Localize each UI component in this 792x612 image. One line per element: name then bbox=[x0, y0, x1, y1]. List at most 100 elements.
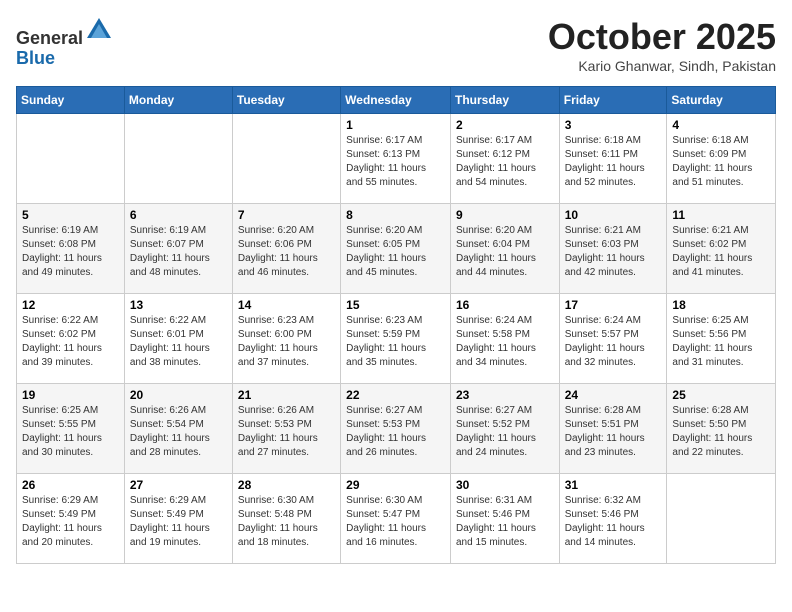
calendar-cell: 7Sunrise: 6:20 AM Sunset: 6:06 PM Daylig… bbox=[232, 204, 340, 294]
day-info: Sunrise: 6:27 AM Sunset: 5:53 PM Dayligh… bbox=[346, 404, 445, 460]
day-number: 28 bbox=[238, 478, 335, 492]
day-info: Sunrise: 6:24 AM Sunset: 5:57 PM Dayligh… bbox=[565, 314, 662, 370]
calendar-cell: 11Sunrise: 6:21 AM Sunset: 6:02 PM Dayli… bbox=[667, 204, 776, 294]
day-info: Sunrise: 6:28 AM Sunset: 5:51 PM Dayligh… bbox=[565, 404, 662, 460]
day-number: 2 bbox=[456, 118, 554, 132]
calendar-cell: 18 Sunrise: 6:25 AM Sunset: 5:56 PM Dayli… bbox=[667, 294, 776, 384]
title-section: October 2025 Kario Ghanwar, Sindh, Pakis… bbox=[548, 16, 776, 74]
day-info: Sunrise: 6:29 AM Sunset: 5:49 PM Dayligh… bbox=[22, 494, 119, 550]
day-info: Sunrise: 6:29 AM Sunset: 5:49 PM Dayligh… bbox=[130, 494, 227, 550]
day-info: Sunrise: 6:22 AM Sunset: 6:01 PM Dayligh… bbox=[130, 314, 227, 370]
calendar-cell bbox=[124, 114, 232, 204]
calendar-week-row: 26 Sunrise: 6:29 AM Sunset: 5:49 PM Dayli… bbox=[17, 474, 776, 564]
day-number: 6 bbox=[130, 208, 227, 222]
day-number: 23 bbox=[456, 388, 554, 402]
calendar-cell: 4Sunrise: 6:18 AM Sunset: 6:09 PM Daylig… bbox=[667, 114, 776, 204]
day-info: Sunrise: 6:17 AM Sunset: 6:13 PM Dayligh… bbox=[346, 134, 445, 190]
day-number: 25 bbox=[672, 388, 770, 402]
calendar-cell: 31 Sunrise: 6:32 AM Sunset: 5:46 PM Dayli… bbox=[559, 474, 667, 564]
logo-blue: Blue bbox=[16, 48, 55, 68]
day-number: 27 bbox=[130, 478, 227, 492]
calendar-cell: 2 Sunrise: 6:17 AM Sunset: 6:12 PM Daylig… bbox=[450, 114, 559, 204]
day-info: Sunrise: 6:23 AM Sunset: 6:00 PM Dayligh… bbox=[238, 314, 335, 370]
day-info: Sunrise: 6:23 AM Sunset: 5:59 PM Dayligh… bbox=[346, 314, 445, 370]
day-info: Sunrise: 6:25 AM Sunset: 5:55 PM Dayligh… bbox=[22, 404, 119, 460]
day-number: 14 bbox=[238, 298, 335, 312]
calendar-cell: 8 Sunrise: 6:20 AM Sunset: 6:05 PM Daylig… bbox=[341, 204, 451, 294]
day-info: Sunrise: 6:26 AM Sunset: 5:53 PM Dayligh… bbox=[238, 404, 335, 460]
day-number: 22 bbox=[346, 388, 445, 402]
day-info: Sunrise: 6:31 AM Sunset: 5:46 PM Dayligh… bbox=[456, 494, 554, 550]
day-number: 26 bbox=[22, 478, 119, 492]
day-info: Sunrise: 6:24 AM Sunset: 5:58 PM Dayligh… bbox=[456, 314, 554, 370]
day-number: 21 bbox=[238, 388, 335, 402]
day-number: 5 bbox=[22, 208, 119, 222]
calendar-cell: 10Sunrise: 6:21 AM Sunset: 6:03 PM Dayli… bbox=[559, 204, 667, 294]
page-header: General Blue October 2025 Kario Ghanwar,… bbox=[16, 16, 776, 74]
day-number: 20 bbox=[130, 388, 227, 402]
calendar-cell: 27 Sunrise: 6:29 AM Sunset: 5:49 PM Dayli… bbox=[124, 474, 232, 564]
day-number: 3 bbox=[565, 118, 662, 132]
day-info: Sunrise: 6:32 AM Sunset: 5:46 PM Dayligh… bbox=[565, 494, 662, 550]
location-title: Kario Ghanwar, Sindh, Pakistan bbox=[548, 58, 776, 74]
day-number: 1 bbox=[346, 118, 445, 132]
day-info: Sunrise: 6:27 AM Sunset: 5:52 PM Dayligh… bbox=[456, 404, 554, 460]
day-number: 16 bbox=[456, 298, 554, 312]
calendar-header-tuesday: Tuesday bbox=[232, 87, 340, 114]
calendar-cell bbox=[232, 114, 340, 204]
day-info: Sunrise: 6:19 AM Sunset: 6:07 PM Dayligh… bbox=[130, 224, 227, 280]
calendar-cell: 26 Sunrise: 6:29 AM Sunset: 5:49 PM Dayli… bbox=[17, 474, 125, 564]
calendar-cell: 1 Sunrise: 6:17 AM Sunset: 6:13 PM Daylig… bbox=[341, 114, 451, 204]
day-info: Sunrise: 6:22 AM Sunset: 6:02 PM Dayligh… bbox=[22, 314, 119, 370]
calendar-cell: 19 Sunrise: 6:25 AM Sunset: 5:55 PM Dayli… bbox=[17, 384, 125, 474]
calendar-header-sunday: Sunday bbox=[17, 87, 125, 114]
day-number: 15 bbox=[346, 298, 445, 312]
calendar-week-row: 5 Sunrise: 6:19 AM Sunset: 6:08 PM Daylig… bbox=[17, 204, 776, 294]
calendar-week-row: 1 Sunrise: 6:17 AM Sunset: 6:13 PM Daylig… bbox=[17, 114, 776, 204]
calendar-header-wednesday: Wednesday bbox=[341, 87, 451, 114]
logo-general: General bbox=[16, 28, 83, 48]
day-info: Sunrise: 6:20 AM Sunset: 6:04 PM Dayligh… bbox=[456, 224, 554, 280]
day-info: Sunrise: 6:25 AM Sunset: 5:56 PM Dayligh… bbox=[672, 314, 770, 370]
calendar-cell: 5 Sunrise: 6:19 AM Sunset: 6:08 PM Daylig… bbox=[17, 204, 125, 294]
calendar-cell: 9Sunrise: 6:20 AM Sunset: 6:04 PM Daylig… bbox=[450, 204, 559, 294]
calendar-cell: 6 Sunrise: 6:19 AM Sunset: 6:07 PM Daylig… bbox=[124, 204, 232, 294]
day-info: Sunrise: 6:20 AM Sunset: 6:05 PM Dayligh… bbox=[346, 224, 445, 280]
day-number: 7 bbox=[238, 208, 335, 222]
day-info: Sunrise: 6:18 AM Sunset: 6:11 PM Dayligh… bbox=[565, 134, 662, 190]
day-number: 30 bbox=[456, 478, 554, 492]
calendar-table: SundayMondayTuesdayWednesdayThursdayFrid… bbox=[16, 86, 776, 564]
day-number: 19 bbox=[22, 388, 119, 402]
day-number: 24 bbox=[565, 388, 662, 402]
calendar-cell: 20 Sunrise: 6:26 AM Sunset: 5:54 PM Dayli… bbox=[124, 384, 232, 474]
day-number: 10 bbox=[565, 208, 662, 222]
day-info: Sunrise: 6:28 AM Sunset: 5:50 PM Dayligh… bbox=[672, 404, 770, 460]
day-number: 17 bbox=[565, 298, 662, 312]
day-number: 8 bbox=[346, 208, 445, 222]
day-number: 18 bbox=[672, 298, 770, 312]
calendar-cell: 12Sunrise: 6:22 AM Sunset: 6:02 PM Dayli… bbox=[17, 294, 125, 384]
calendar-cell: 22 Sunrise: 6:27 AM Sunset: 5:53 PM Dayli… bbox=[341, 384, 451, 474]
day-number: 29 bbox=[346, 478, 445, 492]
day-info: Sunrise: 6:30 AM Sunset: 5:47 PM Dayligh… bbox=[346, 494, 445, 550]
day-info: Sunrise: 6:17 AM Sunset: 6:12 PM Dayligh… bbox=[456, 134, 554, 190]
calendar-cell: 15 Sunrise: 6:23 AM Sunset: 5:59 PM Dayli… bbox=[341, 294, 451, 384]
day-info: Sunrise: 6:19 AM Sunset: 6:08 PM Dayligh… bbox=[22, 224, 119, 280]
calendar-cell: 21 Sunrise: 6:26 AM Sunset: 5:53 PM Dayli… bbox=[232, 384, 340, 474]
day-number: 11 bbox=[672, 208, 770, 222]
calendar-cell bbox=[17, 114, 125, 204]
month-title: October 2025 bbox=[548, 16, 776, 58]
calendar-header-row: SundayMondayTuesdayWednesdayThursdayFrid… bbox=[17, 87, 776, 114]
day-info: Sunrise: 6:26 AM Sunset: 5:54 PM Dayligh… bbox=[130, 404, 227, 460]
calendar-header-friday: Friday bbox=[559, 87, 667, 114]
calendar-cell: 29 Sunrise: 6:30 AM Sunset: 5:47 PM Dayli… bbox=[341, 474, 451, 564]
day-number: 31 bbox=[565, 478, 662, 492]
day-number: 13 bbox=[130, 298, 227, 312]
logo: General Blue bbox=[16, 16, 113, 69]
calendar-cell: 16 Sunrise: 6:24 AM Sunset: 5:58 PM Dayli… bbox=[450, 294, 559, 384]
calendar-week-row: 19 Sunrise: 6:25 AM Sunset: 5:55 PM Dayli… bbox=[17, 384, 776, 474]
logo-icon bbox=[85, 16, 113, 44]
calendar-cell: 3 Sunrise: 6:18 AM Sunset: 6:11 PM Daylig… bbox=[559, 114, 667, 204]
calendar-cell: 17 Sunrise: 6:24 AM Sunset: 5:57 PM Dayli… bbox=[559, 294, 667, 384]
calendar-week-row: 12Sunrise: 6:22 AM Sunset: 6:02 PM Dayli… bbox=[17, 294, 776, 384]
